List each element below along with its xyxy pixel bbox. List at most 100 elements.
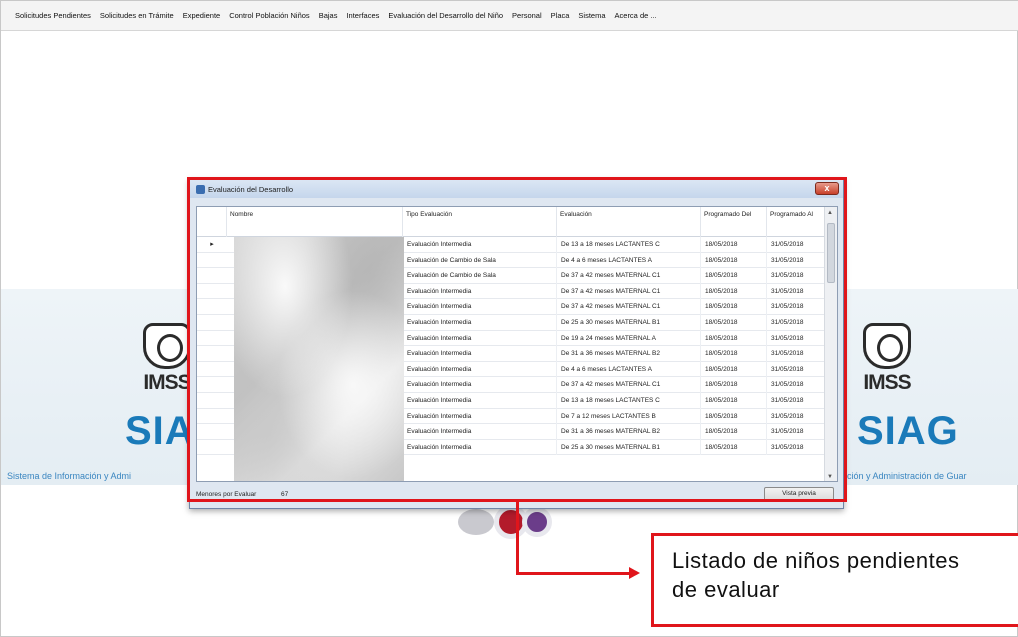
cell-programado-del[interactable]: 18/05/2018	[701, 299, 767, 315]
cell-programado-al[interactable]: 31/05/2018	[767, 408, 825, 425]
menu-item-evaluacion-desarrollo[interactable]: Evaluación del Desarrollo del Niño	[388, 11, 503, 20]
menu-item-personal[interactable]: Personal	[512, 11, 542, 20]
cell-evaluacion[interactable]: De 13 a 18 meses LACTANTES C	[557, 237, 701, 253]
cell-evaluacion[interactable]: De 37 a 42 meses MATERNAL C1	[557, 268, 701, 284]
cell-evaluacion[interactable]: De 25 a 30 meses MATERNAL B1	[557, 314, 701, 331]
header-programado-del[interactable]: Programado Del	[701, 207, 767, 237]
row-selector[interactable]	[197, 393, 227, 409]
cell-evaluacion[interactable]: De 25 a 30 meses MATERNAL B1	[557, 439, 701, 456]
cell-evaluacion[interactable]: De 37 a 42 meses MATERNAL C1	[557, 283, 701, 300]
cell-programado-al[interactable]: 31/05/2018	[767, 392, 825, 409]
menu-item-placa[interactable]: Placa	[551, 11, 570, 20]
cell-evaluacion[interactable]: De 37 a 42 meses MATERNAL C1	[557, 299, 701, 315]
redacted-names-image	[234, 237, 404, 481]
cell-programado-al[interactable]: 31/05/2018	[767, 314, 825, 331]
cell-programado-del[interactable]: 18/05/2018	[701, 252, 767, 269]
cell-programado-al[interactable]: 31/05/2018	[767, 268, 825, 284]
menu-item-interfaces[interactable]: Interfaces	[346, 11, 379, 20]
window-app-icon	[196, 184, 205, 194]
tagline-left: Sistema de Información y Admi	[7, 471, 132, 481]
cell-programado-al[interactable]: 31/05/2018	[767, 299, 825, 315]
cell-programado-del[interactable]: 18/05/2018	[701, 392, 767, 409]
callout-line-2: de evaluar	[672, 577, 780, 602]
menu-item-solicitudes-en-tramite[interactable]: Solicitudes en Trámite	[100, 11, 174, 20]
grid-scrollbar[interactable]: ▲ ▼	[824, 207, 837, 481]
cell-evaluacion[interactable]: De 31 a 36 meses MATERNAL B2	[557, 346, 701, 362]
menu-item-control-poblacion-ninos[interactable]: Control Población Niños	[229, 11, 309, 20]
row-selector[interactable]	[197, 268, 227, 284]
cell-programado-al[interactable]: 31/05/2018	[767, 283, 825, 300]
cell-programado-del[interactable]: 18/05/2018	[701, 314, 767, 331]
cell-tipo-evaluacion[interactable]: Evaluación Intermedia	[403, 314, 557, 331]
cell-evaluacion[interactable]: De 4 a 6 meses LACTANTES A	[557, 361, 701, 378]
cell-evaluacion[interactable]: De 7 a 12 meses LACTANTES B	[557, 408, 701, 425]
cell-programado-al[interactable]: 31/05/2018	[767, 377, 825, 393]
cell-programado-del[interactable]: 18/05/2018	[701, 377, 767, 393]
cell-programado-del[interactable]: 18/05/2018	[701, 346, 767, 362]
cell-tipo-evaluacion[interactable]: Evaluación Intermedia	[403, 361, 557, 378]
header-tipo-evaluacion[interactable]: Tipo Evaluación	[403, 207, 557, 237]
cell-tipo-evaluacion[interactable]: Evaluación de Cambio de Sala	[403, 252, 557, 269]
vista-previa-button[interactable]: Vista previa	[764, 487, 834, 501]
close-button[interactable]: x	[815, 182, 839, 195]
cell-programado-del[interactable]: 18/05/2018	[701, 283, 767, 300]
header-programado-al[interactable]: Programado Al	[767, 207, 825, 237]
callout-line-1: Listado de niños pendientes	[672, 548, 960, 573]
menu-item-acerca-de[interactable]: Acerca de ...	[615, 11, 657, 20]
cell-programado-del[interactable]: 18/05/2018	[701, 424, 767, 440]
menu-item-bajas[interactable]: Bajas	[319, 11, 338, 20]
cell-programado-del[interactable]: 18/05/2018	[701, 408, 767, 425]
row-selector[interactable]	[197, 409, 227, 425]
header-nombre[interactable]: Nombre	[227, 207, 403, 237]
cell-programado-al[interactable]: 31/05/2018	[767, 346, 825, 362]
row-selector[interactable]	[197, 253, 227, 269]
scroll-up-icon[interactable]: ▲	[827, 210, 833, 216]
evaluations-grid[interactable]: Nombre Tipo Evaluación Evaluación Progra…	[196, 206, 838, 482]
cell-tipo-evaluacion[interactable]: Evaluación Intermedia	[403, 439, 557, 456]
cell-programado-al[interactable]: 31/05/2018	[767, 237, 825, 253]
row-selector[interactable]	[197, 440, 227, 456]
header-evaluacion[interactable]: Evaluación	[557, 207, 701, 237]
cell-programado-del[interactable]: 18/05/2018	[701, 330, 767, 347]
cell-programado-del[interactable]: 18/05/2018	[701, 268, 767, 284]
menu-item-sistema[interactable]: Sistema	[578, 11, 605, 20]
imss-emblem-icon	[863, 323, 911, 369]
cell-programado-al[interactable]: 31/05/2018	[767, 361, 825, 378]
cell-evaluacion[interactable]: De 4 a 6 meses LACTANTES A	[557, 252, 701, 269]
cell-programado-al[interactable]: 31/05/2018	[767, 252, 825, 269]
row-selector[interactable]	[197, 377, 227, 393]
cell-tipo-evaluacion[interactable]: Evaluación Intermedia	[403, 330, 557, 347]
cell-tipo-evaluacion[interactable]: Evaluación Intermedia	[403, 392, 557, 409]
cell-evaluacion[interactable]: De 37 a 42 meses MATERNAL C1	[557, 377, 701, 393]
annotation-connector	[516, 501, 519, 575]
scroll-thumb[interactable]	[827, 223, 835, 283]
cell-tipo-evaluacion[interactable]: Evaluación Intermedia	[403, 283, 557, 300]
cell-programado-del[interactable]: 18/05/2018	[701, 361, 767, 378]
cell-tipo-evaluacion[interactable]: Evaluación Intermedia	[403, 377, 557, 393]
menu-item-solicitudes-pendientes[interactable]: Solicitudes Pendientes	[15, 11, 91, 20]
row-selector[interactable]	[197, 299, 227, 315]
row-selector[interactable]: ▸	[197, 237, 227, 253]
row-selector[interactable]	[197, 346, 227, 362]
row-selector[interactable]	[197, 362, 227, 378]
cell-tipo-evaluacion[interactable]: Evaluación Intermedia	[403, 346, 557, 362]
cell-tipo-evaluacion[interactable]: Evaluación Intermedia	[403, 299, 557, 315]
cell-evaluacion[interactable]: De 19 a 24 meses MATERNAL A	[557, 330, 701, 347]
menu-item-expediente[interactable]: Expediente	[183, 11, 221, 20]
cell-programado-al[interactable]: 31/05/2018	[767, 330, 825, 347]
row-selector[interactable]	[197, 284, 227, 300]
row-selector[interactable]	[197, 315, 227, 331]
cell-evaluacion[interactable]: De 31 a 36 meses MATERNAL B2	[557, 424, 701, 440]
scroll-down-icon[interactable]: ▼	[827, 474, 833, 480]
cell-programado-del[interactable]: 18/05/2018	[701, 237, 767, 253]
cell-tipo-evaluacion[interactable]: Evaluación de Cambio de Sala	[403, 268, 557, 284]
cell-tipo-evaluacion[interactable]: Evaluación Intermedia	[403, 408, 557, 425]
cell-programado-al[interactable]: 31/05/2018	[767, 439, 825, 456]
cell-evaluacion[interactable]: De 13 a 18 meses LACTANTES C	[557, 392, 701, 409]
cell-programado-al[interactable]: 31/05/2018	[767, 424, 825, 440]
row-selector[interactable]	[197, 331, 227, 347]
cell-programado-del[interactable]: 18/05/2018	[701, 439, 767, 456]
cell-tipo-evaluacion[interactable]: Evaluación Intermedia	[403, 237, 557, 253]
cell-tipo-evaluacion[interactable]: Evaluación Intermedia	[403, 424, 557, 440]
row-selector[interactable]	[197, 424, 227, 440]
